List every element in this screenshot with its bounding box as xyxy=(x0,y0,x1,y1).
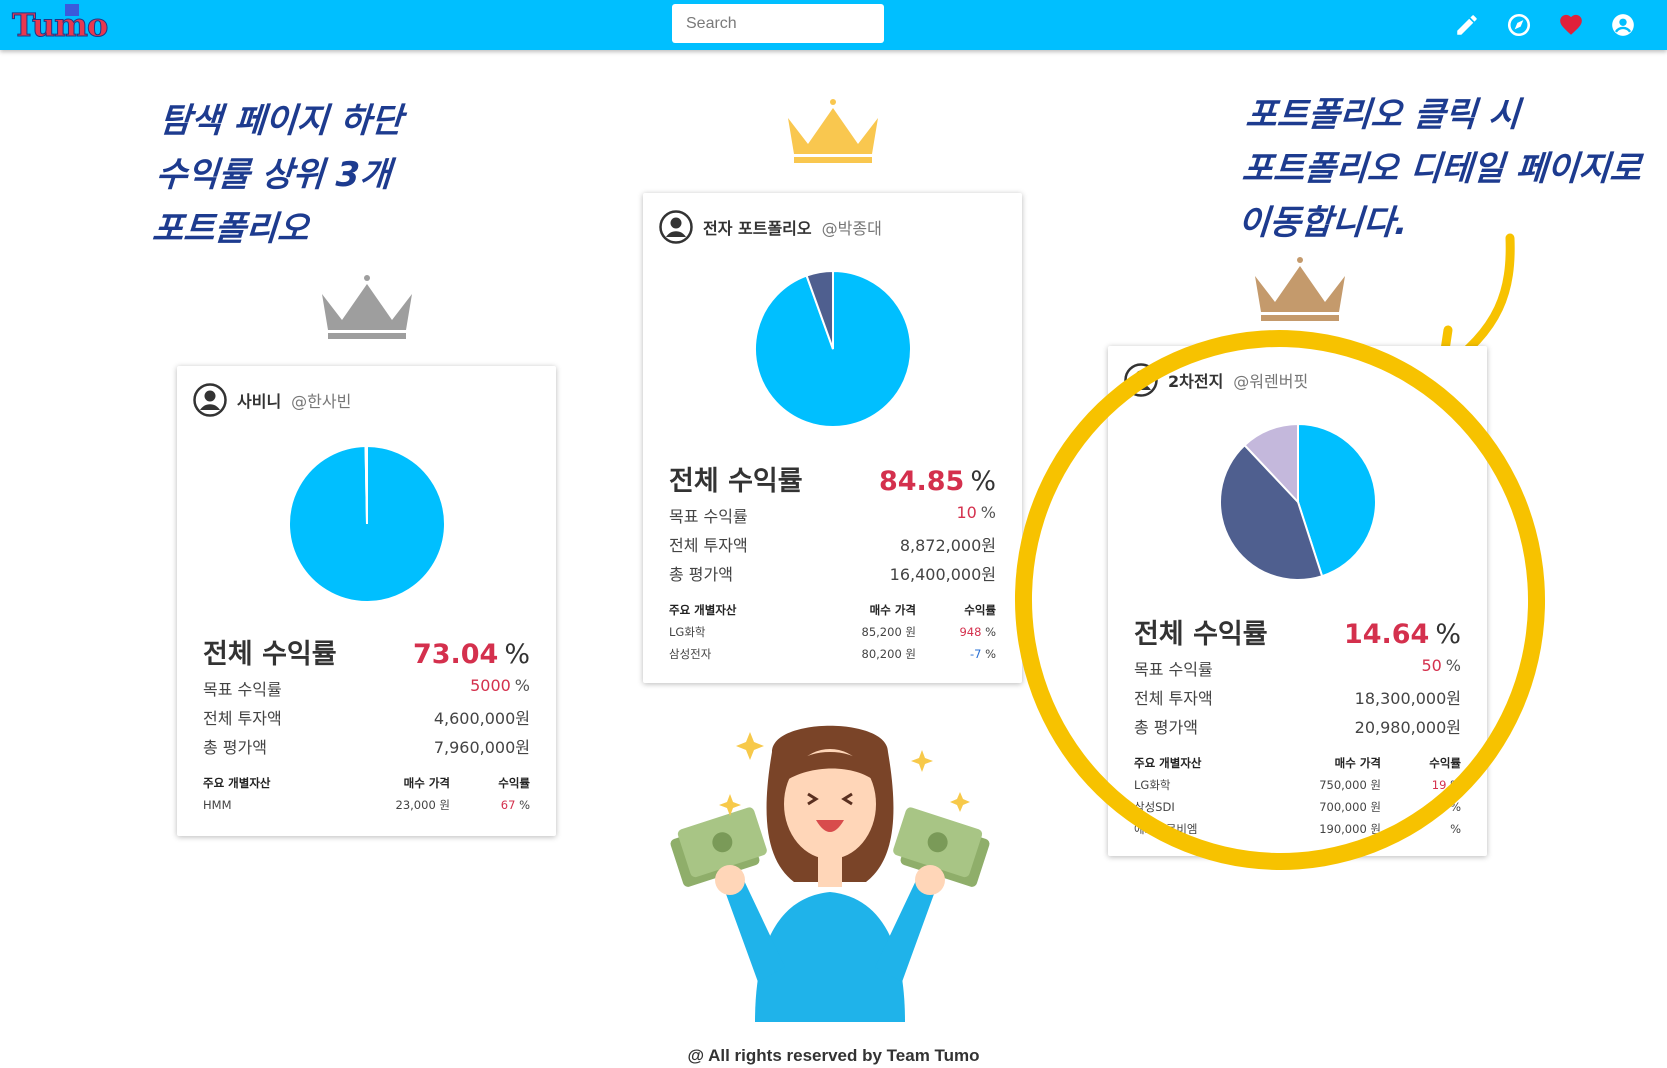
total-eval-label: 총 평가액 xyxy=(203,738,267,757)
total-return-label: 전체 수익률 xyxy=(669,466,803,497)
asset-col-price: 매수 가격 xyxy=(403,776,450,790)
pencil-icon[interactable] xyxy=(1454,12,1480,38)
asset-col-name: 주요 개별자산 xyxy=(203,776,271,790)
portfolio-card[interactable]: 사비니 @한사빈 전체 수익률 73.04% 목표 수익률 5000% 전체 투… xyxy=(177,366,556,836)
tumo-logo[interactable]: Tumo xyxy=(11,6,108,45)
percent-sign: % xyxy=(1450,822,1461,836)
target-return-label: 목표 수익률 xyxy=(669,507,748,526)
asset-price: 23,000 원 xyxy=(395,798,450,812)
asset-table-header: 주요 개별자산 매수 가격 수익률 xyxy=(669,599,996,621)
asset-rate: 948 xyxy=(959,625,982,639)
annotation-left: 탐색 페이지 하단 수익률 상위 3개 포트폴리오 xyxy=(150,94,404,256)
target-return-row: 목표 수익률 10% xyxy=(669,503,996,527)
annotation-line: 포트폴리오 디테일 페이지로 xyxy=(1240,149,1643,189)
annotation-line: 탐색 페이지 하단 xyxy=(158,101,404,141)
total-eval-label: 총 평가액 xyxy=(669,565,733,584)
portfolio-card[interactable]: 전자 포트폴리오 @박종대 전체 수익률 84.85% 목표 수익률 10% 전… xyxy=(643,193,1022,683)
asset-price: 85,200 원 xyxy=(861,625,916,639)
card-header: 전자 포트폴리오 @박종대 xyxy=(659,209,882,245)
heart-icon[interactable] xyxy=(1558,12,1584,38)
asset-table: 주요 개별자산 매수 가격 수익률 LG화학 85,200 원 948 % 삼성… xyxy=(669,599,996,665)
footer-copyright: @ All rights reserved by Team Tumo xyxy=(687,1046,980,1065)
total-invest-label: 전체 투자액 xyxy=(669,536,748,555)
percent-sign: % xyxy=(970,466,996,497)
card-header: 사비니 @한사빈 xyxy=(193,382,351,418)
total-invest-row: 전체 투자액 8,872,000원 xyxy=(669,532,996,556)
asset-name: 삼성전자 xyxy=(669,647,712,661)
target-return-value: 5000 xyxy=(470,676,511,695)
total-return-value: 84.85 xyxy=(878,466,965,497)
account-icon[interactable] xyxy=(1610,12,1636,38)
asset-rate: -7 xyxy=(969,647,982,661)
percent-sign: % xyxy=(504,639,530,670)
asset-col-name: 주요 개별자산 xyxy=(669,603,737,617)
total-eval-row: 총 평가액 16,400,000원 xyxy=(669,561,996,585)
percent-sign: % xyxy=(985,647,996,661)
search-input[interactable] xyxy=(672,4,884,43)
asset-col-rate: 수익률 xyxy=(964,603,996,617)
total-eval-row: 총 평가액 7,960,000원 xyxy=(203,734,530,758)
total-invest-value: 8,872,000원 xyxy=(899,536,996,555)
total-eval-value: 16,400,000원 xyxy=(889,565,996,584)
asset-col-price: 매수 가격 xyxy=(869,603,916,617)
portfolio-pie-chart xyxy=(288,444,446,603)
bronze-crown-icon xyxy=(1255,257,1345,321)
asset-row: 삼성전자 80,200 원 -7 % xyxy=(669,643,996,665)
total-return-value: 73.04 xyxy=(412,639,499,670)
total-eval-value: 7,960,000원 xyxy=(433,738,530,757)
asset-rate: 67 xyxy=(500,798,516,812)
total-invest-label: 전체 투자액 xyxy=(203,709,282,728)
user-avatar-icon xyxy=(659,210,693,244)
annotation-line: 포트폴리오 클릭 시 xyxy=(1244,95,1522,135)
percent-sign: % xyxy=(514,676,530,695)
target-return-row: 목표 수익률 5000% xyxy=(203,676,530,700)
compass-icon[interactable] xyxy=(1506,12,1532,38)
total-invest-row: 전체 투자액 4,600,000원 xyxy=(203,705,530,729)
portfolio-owner[interactable]: @한사빈 xyxy=(291,388,351,412)
annotation-line: 수익률 상위 3개 xyxy=(154,155,393,195)
top-navbar: Tumo xyxy=(0,0,1667,50)
asset-col-rate: 수익률 xyxy=(498,776,530,790)
portfolio-name[interactable]: 사비니 xyxy=(237,388,281,412)
target-return-label: 목표 수익률 xyxy=(203,680,282,699)
total-return-row: 전체 수익률 73.04% xyxy=(203,632,530,671)
asset-row: LG화학 85,200 원 948 % xyxy=(669,621,996,643)
percent-sign: % xyxy=(519,798,530,812)
asset-name: HMM xyxy=(203,798,232,812)
portfolio-name[interactable]: 전자 포트폴리오 xyxy=(703,215,812,239)
asset-row: HMM 23,000 원 67 % xyxy=(203,794,530,816)
user-avatar-icon xyxy=(193,383,227,417)
total-return-label: 전체 수익률 xyxy=(203,639,337,670)
gold-crown-icon xyxy=(788,99,878,163)
total-invest-value: 4,600,000원 xyxy=(433,709,530,728)
annotation-right: 포트폴리오 클릭 시 포트폴리오 디테일 페이지로 이동합니다. xyxy=(1236,88,1646,250)
celebration-illustration xyxy=(670,725,990,1022)
total-return-row: 전체 수익률 84.85% xyxy=(669,459,996,498)
percent-sign: % xyxy=(980,503,996,522)
asset-table-header: 주요 개별자산 매수 가격 수익률 xyxy=(203,772,530,794)
annotation-line: 포트폴리오 xyxy=(150,209,311,249)
asset-name: LG화학 xyxy=(669,625,706,639)
logo-flag-icon xyxy=(65,4,79,16)
portfolio-pie-chart xyxy=(754,269,912,428)
asset-table: 주요 개별자산 매수 가격 수익률 HMM 23,000 원 67 % xyxy=(203,772,530,816)
portfolio-owner[interactable]: @박종대 xyxy=(822,215,882,239)
target-return-value: 10 xyxy=(956,503,977,522)
asset-price: 80,200 원 xyxy=(861,647,916,661)
percent-sign: % xyxy=(985,625,996,639)
silver-crown-icon xyxy=(322,275,412,339)
